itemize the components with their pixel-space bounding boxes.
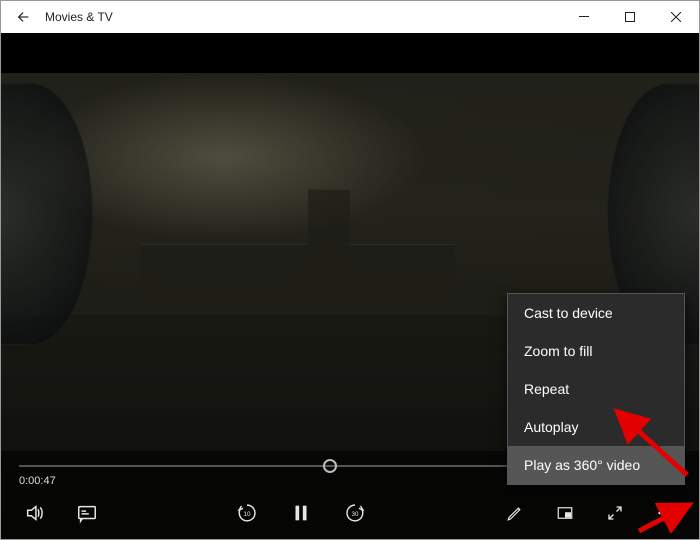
- mini-view-button[interactable]: [553, 501, 577, 525]
- back-arrow-icon: [15, 9, 31, 25]
- minimize-button[interactable]: [561, 1, 607, 33]
- window-title: Movies & TV: [45, 10, 113, 24]
- center-controls: 10 30: [235, 501, 367, 525]
- subtitles-icon: [76, 502, 98, 524]
- fullscreen-icon: [606, 504, 624, 522]
- controls-button-row: 10 30: [1, 495, 699, 539]
- close-button[interactable]: [653, 1, 699, 33]
- minimize-icon: [579, 12, 589, 22]
- menu-item-play-360[interactable]: Play as 360° video: [508, 446, 684, 484]
- subtitles-button[interactable]: [75, 501, 99, 525]
- window-controls: [561, 1, 699, 33]
- back-button[interactable]: [1, 1, 45, 33]
- close-icon: [671, 12, 681, 22]
- titlebar: Movies & TV: [1, 1, 699, 33]
- svg-text:30: 30: [352, 511, 359, 518]
- video-viewport[interactable]: Cast to device Zoom to fill Repeat Autop…: [1, 33, 699, 539]
- skip-back-button[interactable]: 10: [235, 501, 259, 525]
- volume-button[interactable]: [23, 501, 47, 525]
- right-controls: [503, 501, 677, 525]
- volume-icon: [24, 502, 46, 524]
- svg-text:10: 10: [244, 511, 251, 518]
- menu-item-autoplay[interactable]: Autoplay: [508, 408, 684, 446]
- mini-view-icon: [556, 504, 574, 522]
- seek-thumb[interactable]: [323, 459, 337, 473]
- fullscreen-button[interactable]: [603, 501, 627, 525]
- skip-forward-button[interactable]: 30: [343, 501, 367, 525]
- app-window: Movies & TV Cast to device Zo: [0, 0, 700, 540]
- maximize-icon: [625, 12, 635, 22]
- more-options-menu: Cast to device Zoom to fill Repeat Autop…: [507, 293, 685, 485]
- menu-item-zoom-to-fill[interactable]: Zoom to fill: [508, 332, 684, 370]
- pencil-icon: [506, 504, 524, 522]
- pause-icon: [290, 502, 312, 524]
- more-options-button[interactable]: [653, 501, 677, 525]
- skip-forward-icon: 30: [344, 502, 366, 524]
- menu-item-cast[interactable]: Cast to device: [508, 294, 684, 332]
- skip-back-icon: 10: [236, 502, 258, 524]
- maximize-button[interactable]: [607, 1, 653, 33]
- edit-button[interactable]: [503, 501, 527, 525]
- pause-button[interactable]: [289, 501, 313, 525]
- menu-item-repeat[interactable]: Repeat: [508, 370, 684, 408]
- more-icon: [656, 504, 674, 522]
